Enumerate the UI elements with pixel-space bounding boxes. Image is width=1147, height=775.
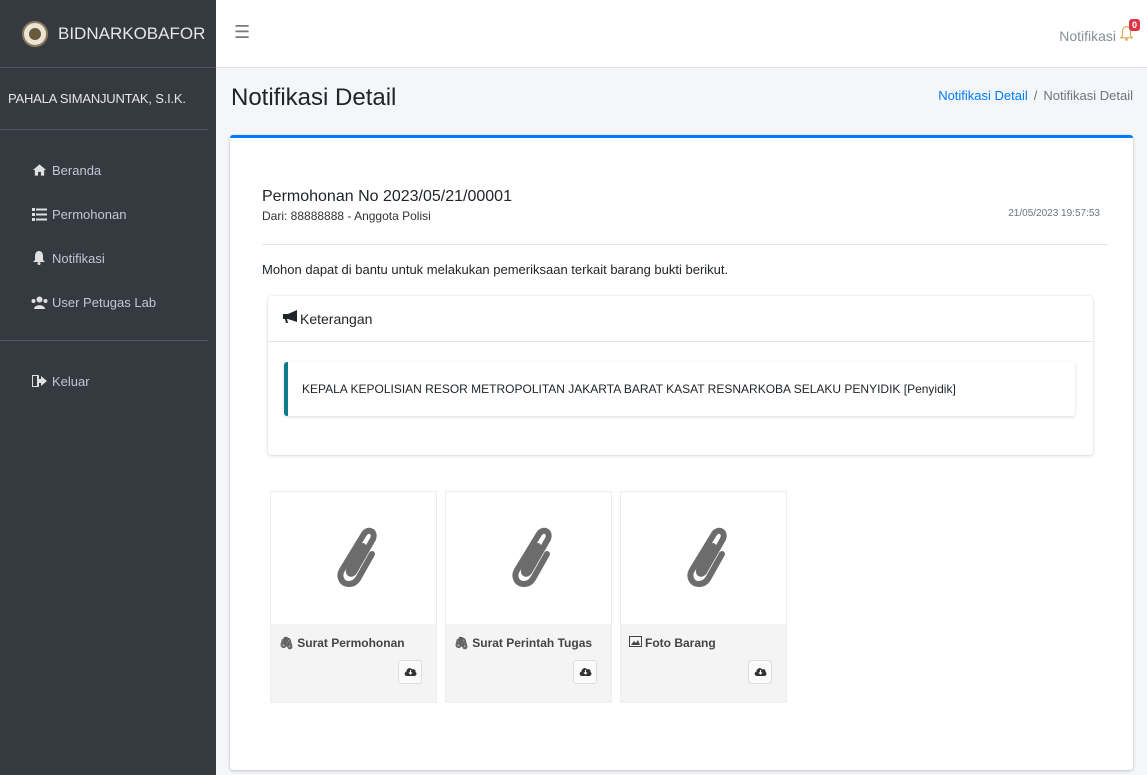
download-button[interactable]: [748, 660, 772, 684]
attachment-name[interactable]: 🖇 Surat Perintah Tugas: [454, 636, 603, 650]
brand-name: BIDNARKOBAFOR: [58, 23, 206, 43]
sidebar-item-beranda[interactable]: Beranda: [0, 148, 208, 192]
sidebar: BIDNARKOBAFOR PAHALA SIMANJUNTAK, S.I.K.…: [0, 0, 216, 775]
sidebar-nav: Beranda Permohonan Notifikasi User Petug…: [0, 130, 216, 403]
attachment-info: 🖇 Surat Permohonan: [271, 624, 436, 702]
keterangan-header: Keterangan: [268, 296, 1093, 342]
breadcrumb-link[interactable]: Notifikasi Detail: [938, 88, 1028, 103]
breadcrumb: Notifikasi Detail / Notifikasi Detail: [938, 88, 1133, 103]
keterangan-callout: KEPALA KEPOLISIAN RESOR METROPOLITAN JAK…: [284, 362, 1075, 416]
sidebar-item-notifikasi[interactable]: Notifikasi: [0, 236, 208, 280]
download-button[interactable]: [573, 660, 597, 684]
keterangan-card: Keterangan KEPALA KEPOLISIAN RESOR METRO…: [268, 296, 1093, 455]
sidebar-item-user-petugas-lab[interactable]: User Petugas Lab: [0, 280, 208, 324]
menu-toggle-icon[interactable]: ☰: [234, 22, 250, 43]
mail-message: Mohon dapat di bantu untuk melakukan pem…: [262, 262, 729, 277]
brand-logo-icon: [22, 20, 48, 47]
paperclip-icon: [621, 492, 786, 624]
brand-link[interactable]: BIDNARKOBAFOR: [0, 0, 216, 68]
attachment-label: Foto Barang: [645, 636, 716, 650]
users-icon: [30, 296, 48, 309]
user-panel: PAHALA SIMANJUNTAK, S.I.K.: [0, 68, 208, 130]
paperclip-icon: 🖇: [454, 636, 470, 650]
request-timestamp: 21/05/2023 19:57:53: [1008, 208, 1100, 219]
request-sender: Dari: 88888888 - Anggota Polisi: [262, 209, 431, 223]
attachment-label: Surat Perintah Tugas: [472, 636, 593, 650]
mail-header: Permohonan No 2023/05/21/00001 Dari: 888…: [262, 188, 1108, 245]
sidebar-divider: [0, 340, 208, 341]
notification-count-badge: 0: [1128, 19, 1140, 31]
notification-detail-card: Permohonan No 2023/05/21/00001 Dari: 888…: [230, 135, 1133, 770]
paperclip-icon: [271, 492, 436, 624]
sidebar-item-label: Notifikasi: [52, 250, 105, 266]
sidebar-item-label: User Petugas Lab: [52, 294, 157, 310]
attachment-label: Surat Permohonan: [297, 636, 405, 650]
user-name[interactable]: PAHALA SIMANJUNTAK, S.I.K.: [8, 91, 186, 106]
attachment-name[interactable]: 🖇 Surat Permohonan: [279, 636, 428, 650]
cloud-download-icon: [754, 665, 767, 680]
top-navbar: ☰ Notifikasi 0: [216, 0, 1147, 68]
bullhorn-icon: [282, 309, 298, 328]
list-icon: [30, 207, 48, 221]
sign-out-icon: [30, 375, 48, 387]
cloud-download-icon: [404, 665, 417, 680]
sidebar-item-permohonan[interactable]: Permohonan: [0, 192, 208, 236]
attachment-item[interactable]: 🖇 Surat Permohonan: [270, 491, 437, 703]
attachment-info: 🖇 Surat Perintah Tugas: [446, 624, 611, 702]
breadcrumb-current: Notifikasi Detail: [1043, 88, 1133, 103]
sidebar-item-label: Keluar: [52, 373, 90, 389]
attachment-item[interactable]: 🖇 Surat Perintah Tugas: [445, 491, 612, 703]
notification-link[interactable]: Notifikasi 0: [1059, 19, 1140, 45]
page-title: Notifikasi Detail: [231, 84, 397, 111]
sidebar-item-label: Permohonan: [52, 206, 127, 222]
notification-label: Notifikasi: [1059, 27, 1116, 44]
attachment-name[interactable]: Foto Barang: [629, 636, 778, 650]
sidebar-item-label: Beranda: [52, 162, 102, 178]
cloud-download-icon: [579, 665, 592, 680]
keterangan-text: KEPALA KEPOLISIAN RESOR METROPOLITAN JAK…: [302, 382, 956, 396]
bell-icon: 0: [1119, 19, 1140, 45]
request-number: Permohonan No 2023/05/21/00001: [262, 188, 512, 205]
paperclip-icon: 🖇: [279, 636, 295, 650]
attachment-item[interactable]: Foto Barang: [620, 491, 787, 703]
paperclip-icon: [446, 492, 611, 624]
download-button[interactable]: [398, 660, 422, 684]
attachment-info: Foto Barang: [621, 624, 786, 702]
keterangan-title: Keterangan: [300, 310, 373, 327]
image-icon: [629, 636, 642, 650]
attachment-list: 🖇 Surat Permohonan 🖇 Surat Perintah Tuga…: [270, 491, 795, 703]
sidebar-item-keluar[interactable]: Keluar: [0, 359, 208, 403]
bell-icon: [30, 251, 48, 265]
home-icon: [30, 163, 48, 177]
